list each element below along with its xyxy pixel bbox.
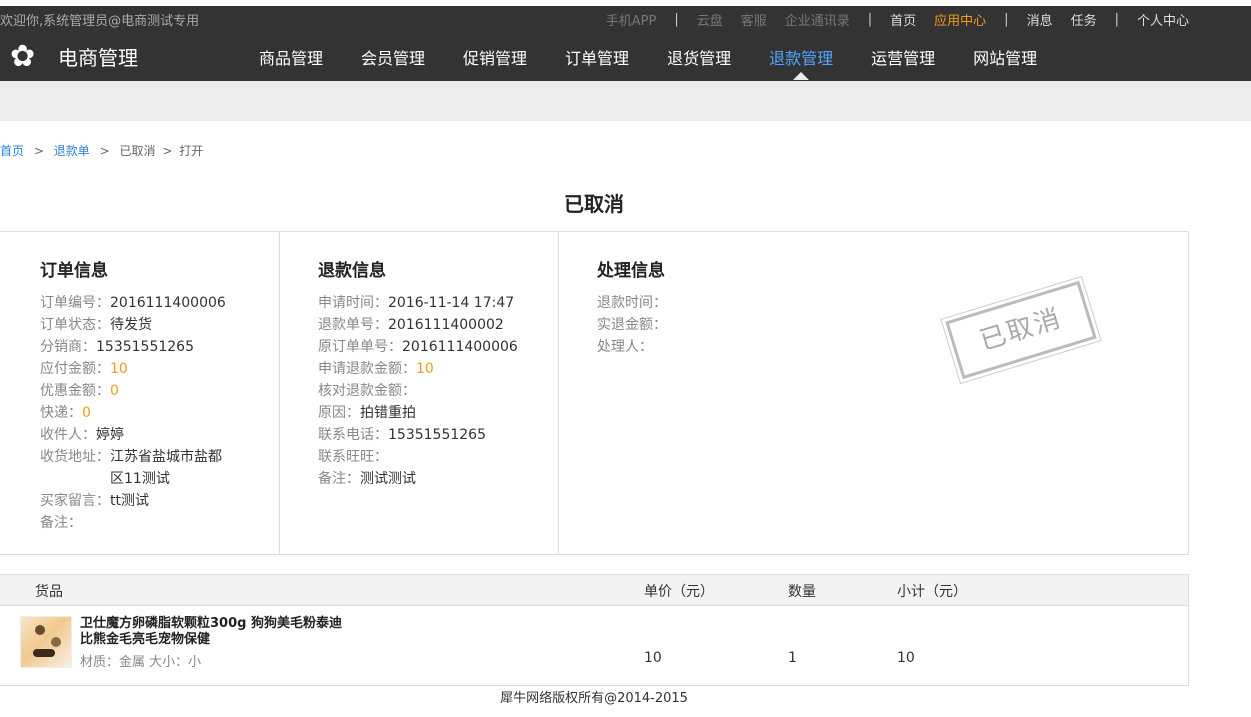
table-row: 卫仕魔方卵磷脂软颗粒300g 狗狗美毛粉泰迪比熊金毛亮毛宠物保健 材质：金属 大…: [0, 606, 1188, 685]
note-label: 备注：: [318, 471, 360, 487]
address-label: 收货地址：: [40, 449, 110, 465]
buyer-message: tt测试: [110, 493, 149, 509]
breadcrumb: 首页 > 退款单 > 已取消 > 打开: [0, 142, 203, 159]
nav-item[interactable]: 退款管理: [750, 44, 852, 80]
col-subtotal: 小计（元）: [897, 584, 967, 600]
refund-no-label: 退款单号：: [318, 317, 388, 333]
receiver-label: 收件人：: [40, 427, 96, 443]
nav-item[interactable]: 促销管理: [444, 44, 546, 80]
phone: 15351551265: [388, 427, 486, 443]
top-link[interactable]: 客服: [741, 10, 767, 29]
note: 测试测试: [360, 471, 416, 487]
phone-label: 联系电话：: [318, 427, 388, 443]
top-link[interactable]: 手机APP: [606, 10, 657, 29]
payable-label: 应付金额：: [40, 361, 110, 377]
apply-time: 2016-11-14 17:47: [388, 295, 515, 311]
express-fee: 0: [82, 405, 91, 421]
orig-order-label: 原订单单号：: [318, 339, 402, 355]
product-name[interactable]: 卫仕魔方卵磷脂软颗粒300g 狗狗美毛粉泰迪比熊金毛亮毛宠物保健: [80, 616, 350, 648]
address: 江苏省盐城市盐都区11测试: [110, 449, 222, 487]
order-info-section: 订单信息 订单编号： 2016111400006 订单状态： 待发货 分销商： 153…: [0, 232, 280, 554]
top-link[interactable]: 云盘: [697, 10, 723, 29]
apply-amount-label: 申请退款金额：: [318, 361, 416, 377]
top-bar: 欢迎你,系统管理员@电商测试专用 手机APP | 云盘 客服 企业通讯录 | 首页 应用中心 |…: [0, 6, 1251, 81]
refund-time-label: 退款时间：: [597, 295, 667, 311]
reason-label: 原因：: [318, 405, 360, 421]
top-link[interactable]: 首页: [890, 10, 916, 29]
app-title: 电商管理: [58, 46, 138, 70]
process-info-title: 处理信息: [597, 261, 665, 281]
refund-info-section: 退款信息 申请时间： 2016-11-14 17:47 退款单号： 20161114…: [280, 232, 559, 554]
info-panel: 订单信息 订单编号： 2016111400006 订单状态： 待发货 分销商： 153…: [0, 231, 1189, 555]
nav-item[interactable]: 网站管理: [954, 44, 1056, 80]
apply-amount: 10: [416, 361, 434, 377]
order-status: 待发货: [110, 317, 152, 333]
product-spec: 材质：金属 大小：小: [80, 655, 202, 670]
top-link[interactable]: 应用中心: [934, 10, 986, 29]
wangwang-label: 联系旺旺：: [318, 449, 388, 465]
footer-copyright: 犀牛网络版权所有@2014-2015: [500, 691, 688, 706]
top-link-separator: |: [1114, 12, 1119, 27]
refund-info-title: 退款信息: [318, 261, 386, 281]
nav-item[interactable]: 订单管理: [546, 44, 648, 80]
sub-nav-bar: [0, 81, 1251, 121]
top-link-separator: |: [1004, 12, 1009, 27]
distributor-label: 分销商：: [40, 339, 96, 355]
breadcrumb-sep: >: [33, 144, 44, 158]
express-label: 快递：: [40, 405, 82, 421]
nav-item[interactable]: 商品管理: [240, 44, 342, 80]
top-links: 手机APP | 云盘 客服 企业通讯录 | 首页 应用中心 | 消息 任务 | 个人中心: [588, 10, 1189, 29]
discount-label: 优惠金额：: [40, 383, 110, 399]
top-link-separator: |: [867, 12, 873, 27]
flower-gear-icon: ✿: [10, 38, 36, 74]
top-link[interactable]: 消息: [1027, 10, 1053, 29]
distributor: 15351551265: [96, 339, 194, 355]
unit-price: 10: [644, 650, 662, 666]
payable-amount: 10: [110, 361, 128, 377]
nav-item[interactable]: 退货管理: [648, 44, 750, 80]
breadcrumb-home[interactable]: 首页: [0, 144, 24, 158]
logo[interactable]: ✿ 电商管理: [10, 38, 138, 74]
receiver: 婷婷: [96, 427, 124, 443]
orig-order-no: 2016111400006: [402, 339, 518, 355]
top-link[interactable]: 企业通讯录: [785, 10, 850, 29]
product-thumbnail[interactable]: [20, 616, 72, 668]
top-link[interactable]: 任务: [1071, 10, 1097, 29]
breadcrumb-refund[interactable]: 退款单: [54, 144, 90, 158]
discount-amount: 0: [110, 383, 119, 399]
breadcrumb-current: 打开: [179, 144, 204, 158]
apply-time-label: 申请时间：: [318, 295, 388, 311]
process-info-section: 处理信息 退款时间： 实退金额： 处理人： 已取消: [559, 232, 1188, 554]
goods-table-header: 货品 单价（元） 数量 小计（元）: [0, 575, 1188, 606]
goods-table: 货品 单价（元） 数量 小计（元） 卫仕魔方卵磷脂软颗粒300g 狗狗美毛粉泰迪…: [0, 574, 1189, 686]
order-no-label: 订单编号：: [40, 295, 110, 311]
reason: 拍错重拍: [360, 405, 416, 421]
subtotal: 10: [897, 650, 915, 666]
order-info-title: 订单信息: [40, 261, 108, 281]
order-status-label: 订单状态：: [40, 317, 110, 333]
refund-no: 2016111400002: [388, 317, 504, 333]
check-amount-label: 核对退款金额：: [318, 383, 416, 399]
page-title: 已取消: [564, 192, 624, 216]
breadcrumb-status: 已取消: [119, 144, 156, 158]
actual-amount-label: 实退金额：: [597, 317, 667, 333]
col-item: 货品: [35, 584, 63, 600]
col-price: 单价（元）: [644, 584, 714, 600]
welcome-text: 欢迎你,系统管理员@电商测试专用: [0, 14, 200, 29]
quantity: 1: [788, 650, 797, 666]
order-no: 2016111400006: [110, 295, 226, 311]
nav-item[interactable]: 运营管理: [852, 44, 954, 80]
breadcrumb-sep: >: [99, 144, 110, 158]
buyer-message-label: 买家留言：: [40, 493, 110, 509]
remark-label: 备注：: [40, 515, 82, 531]
top-link-separator: |: [674, 12, 679, 27]
top-link[interactable]: 个人中心: [1137, 10, 1189, 29]
handler-label: 处理人：: [597, 339, 653, 355]
breadcrumb-sep: >: [162, 144, 173, 158]
cancelled-stamp: 已取消: [940, 274, 1102, 386]
col-qty: 数量: [788, 584, 816, 600]
main-nav: 商品管理 会员管理 促销管理 订单管理 退货管理 退款管理 运营管理 网站管理: [240, 44, 1056, 80]
nav-item[interactable]: 会员管理: [342, 44, 444, 80]
